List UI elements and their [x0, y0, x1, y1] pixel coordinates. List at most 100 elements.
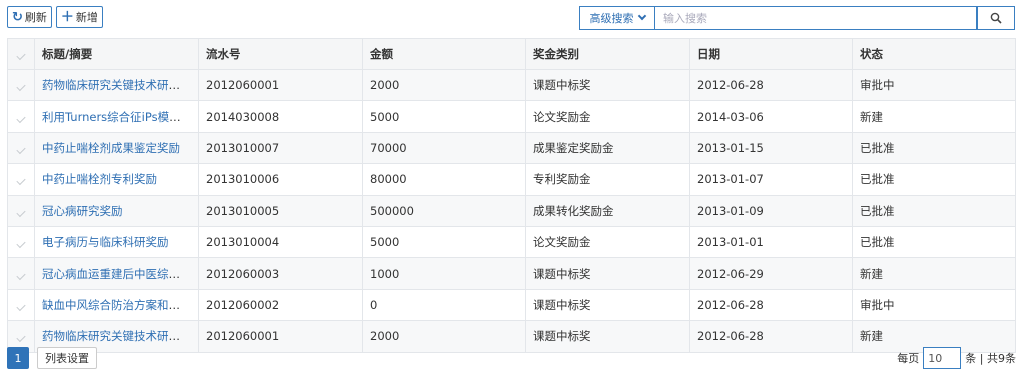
cell-amount: 2000: [362, 69, 526, 102]
refresh-button[interactable]: ↻ 刷新: [7, 6, 52, 28]
row-checkbox[interactable]: [7, 289, 35, 322]
title-link[interactable]: 中药止喘栓剂成果鉴定奖励: [42, 141, 180, 155]
cell-category: 论文奖励金: [525, 100, 690, 133]
select-all-checkbox[interactable]: [7, 38, 35, 70]
cell-amount: 1000: [362, 257, 526, 290]
table-row[interactable]: 缺血中风综合防治方案和疗效... 2012060002 0 课题中标奖 2012-06-…: [7, 289, 1016, 322]
advanced-search-dropdown[interactable]: 高级搜索: [579, 6, 655, 30]
cell-date: 2013-01-01: [689, 226, 853, 259]
column-header-title[interactable]: 标题/摘要: [34, 38, 199, 70]
data-table: 标题/摘要 流水号 金额 奖金类别 日期 状态 药物临床研究关键技术研究与...…: [7, 38, 1016, 353]
check-icon: [16, 301, 26, 312]
advanced-search-label: 高级搜索: [589, 12, 634, 25]
title-link[interactable]: 利用Turners综合征iPs模型研...: [42, 110, 198, 124]
title-link[interactable]: 缺血中风综合防治方案和疗效...: [42, 298, 198, 312]
table-row[interactable]: 药物临床研究关键技术研究与... 2012060001 2000 课题中标奖 2012-…: [7, 69, 1016, 102]
check-icon: [16, 82, 26, 92]
cell-amount: 500000: [362, 195, 526, 227]
cell-date: 2014-03-06: [689, 100, 853, 133]
search-button[interactable]: [977, 6, 1015, 30]
table-row[interactable]: 电子病历与临床科研奖励 2013010004 5000 论文奖励金 2013-01-01…: [7, 226, 1016, 259]
row-checkbox[interactable]: [7, 100, 35, 133]
column-header-status[interactable]: 状态: [852, 38, 1016, 70]
cell-serial: 2012060001: [198, 69, 363, 102]
table-row[interactable]: 利用Turners综合征iPs模型研... 2014030008 5000 论文奖励金…: [7, 100, 1016, 133]
row-checkbox[interactable]: [7, 195, 35, 227]
toolbar: ↻ 刷新 ＋ 新增: [7, 6, 103, 28]
cell-date: 2012-06-28: [689, 289, 853, 322]
cell-title: 冠心病血运重建后中医综合干...: [34, 257, 199, 290]
pagination: 1 列表设置: [7, 347, 97, 369]
cell-status: 已批准: [852, 226, 1016, 259]
per-page-prefix: 每页: [897, 352, 920, 365]
per-page-input[interactable]: [923, 347, 962, 369]
cell-status: 新建: [852, 257, 1016, 290]
title-link[interactable]: 冠心病血运重建后中医综合干...: [42, 267, 198, 281]
cell-date: 2013-01-07: [689, 163, 853, 196]
table-row[interactable]: 冠心病血运重建后中医综合干... 2012060003 1000 课题中标奖 2012-…: [7, 257, 1016, 290]
search-bar: 高级搜索: [579, 6, 1015, 30]
add-button[interactable]: ＋ 新增: [55, 6, 103, 28]
check-icon: [16, 333, 26, 343]
cell-status: 审批中: [852, 289, 1016, 322]
table-header-row: 标题/摘要 流水号 金额 奖金类别 日期 状态: [7, 38, 1016, 70]
title-link[interactable]: 冠心病研究奖励: [42, 204, 123, 218]
search-input[interactable]: [655, 6, 977, 30]
row-checkbox[interactable]: [7, 69, 35, 102]
table-row[interactable]: 中药止喘栓剂成果鉴定奖励 2013010007 70000 成果鉴定奖励金 2013-0…: [7, 132, 1016, 165]
refresh-icon: ↻: [12, 9, 23, 25]
cell-title: 电子病历与临床科研奖励: [34, 226, 199, 259]
cell-title: 中药止喘栓剂专利奖励: [34, 163, 199, 196]
cell-amount: 80000: [362, 163, 526, 196]
cell-category: 课题中标奖: [525, 320, 690, 353]
table-row[interactable]: 药物临床研究关键技术研究与... 2012060001 2000 课题中标奖 2012-…: [7, 320, 1016, 353]
cell-serial: 2014030008: [198, 100, 363, 133]
cell-status: 已批准: [852, 195, 1016, 227]
cell-serial: 2013010006: [198, 163, 363, 196]
page-button-current[interactable]: 1: [7, 347, 29, 369]
cell-category: 课题中标奖: [525, 69, 690, 102]
chevron-down-icon: [637, 11, 646, 21]
title-link[interactable]: 电子病历与临床科研奖励: [42, 235, 169, 249]
row-checkbox[interactable]: [7, 226, 35, 259]
cell-title: 利用Turners综合征iPs模型研...: [34, 100, 199, 133]
cell-title: 缺血中风综合防治方案和疗效...: [34, 289, 199, 322]
cell-serial: 2013010004: [198, 226, 363, 259]
cell-amount: 2000: [362, 320, 526, 353]
check-icon: [16, 207, 26, 217]
title-link[interactable]: 药物临床研究关键技术研究与...: [42, 78, 198, 92]
cell-amount: 0: [362, 289, 526, 322]
cell-serial: 2012060001: [198, 320, 363, 353]
check-icon: [16, 144, 26, 155]
cell-date: 2012-06-29: [689, 257, 853, 290]
title-link[interactable]: 中药止喘栓剂专利奖励: [42, 172, 157, 186]
row-checkbox[interactable]: [7, 257, 35, 290]
page-size-control: 每页 条 | 共9条: [897, 347, 1016, 369]
cell-amount: 5000: [362, 100, 526, 133]
search-icon: [990, 12, 1002, 24]
cell-amount: 70000: [362, 132, 526, 165]
cell-date: 2013-01-15: [689, 132, 853, 165]
column-header-serial[interactable]: 流水号: [198, 38, 363, 70]
column-header-category[interactable]: 奖金类别: [525, 38, 690, 70]
column-header-amount[interactable]: 金额: [362, 38, 526, 70]
cell-category: 成果转化奖励金: [525, 195, 690, 227]
cell-category: 课题中标奖: [525, 257, 690, 290]
cell-amount: 5000: [362, 226, 526, 259]
check-icon: [16, 50, 26, 61]
title-link[interactable]: 药物临床研究关键技术研究与...: [42, 329, 198, 343]
row-checkbox[interactable]: [7, 163, 35, 196]
column-header-date[interactable]: 日期: [689, 38, 853, 70]
cell-status: 已批准: [852, 163, 1016, 196]
cell-status: 新建: [852, 100, 1016, 133]
row-checkbox[interactable]: [7, 132, 35, 165]
cell-serial: 2012060002: [198, 289, 363, 322]
add-label: 新增: [75, 11, 98, 24]
column-settings-button[interactable]: 列表设置: [37, 347, 97, 369]
check-icon: [16, 270, 26, 280]
table-row[interactable]: 冠心病研究奖励 2013010005 500000 成果转化奖励金 2013-01-09…: [7, 195, 1016, 227]
cell-serial: 2012060003: [198, 257, 363, 290]
table-row[interactable]: 中药止喘栓剂专利奖励 2013010006 80000 专利奖励金 2013-01-07…: [7, 163, 1016, 196]
cell-status: 审批中: [852, 69, 1016, 102]
cell-title: 冠心病研究奖励: [34, 195, 199, 227]
